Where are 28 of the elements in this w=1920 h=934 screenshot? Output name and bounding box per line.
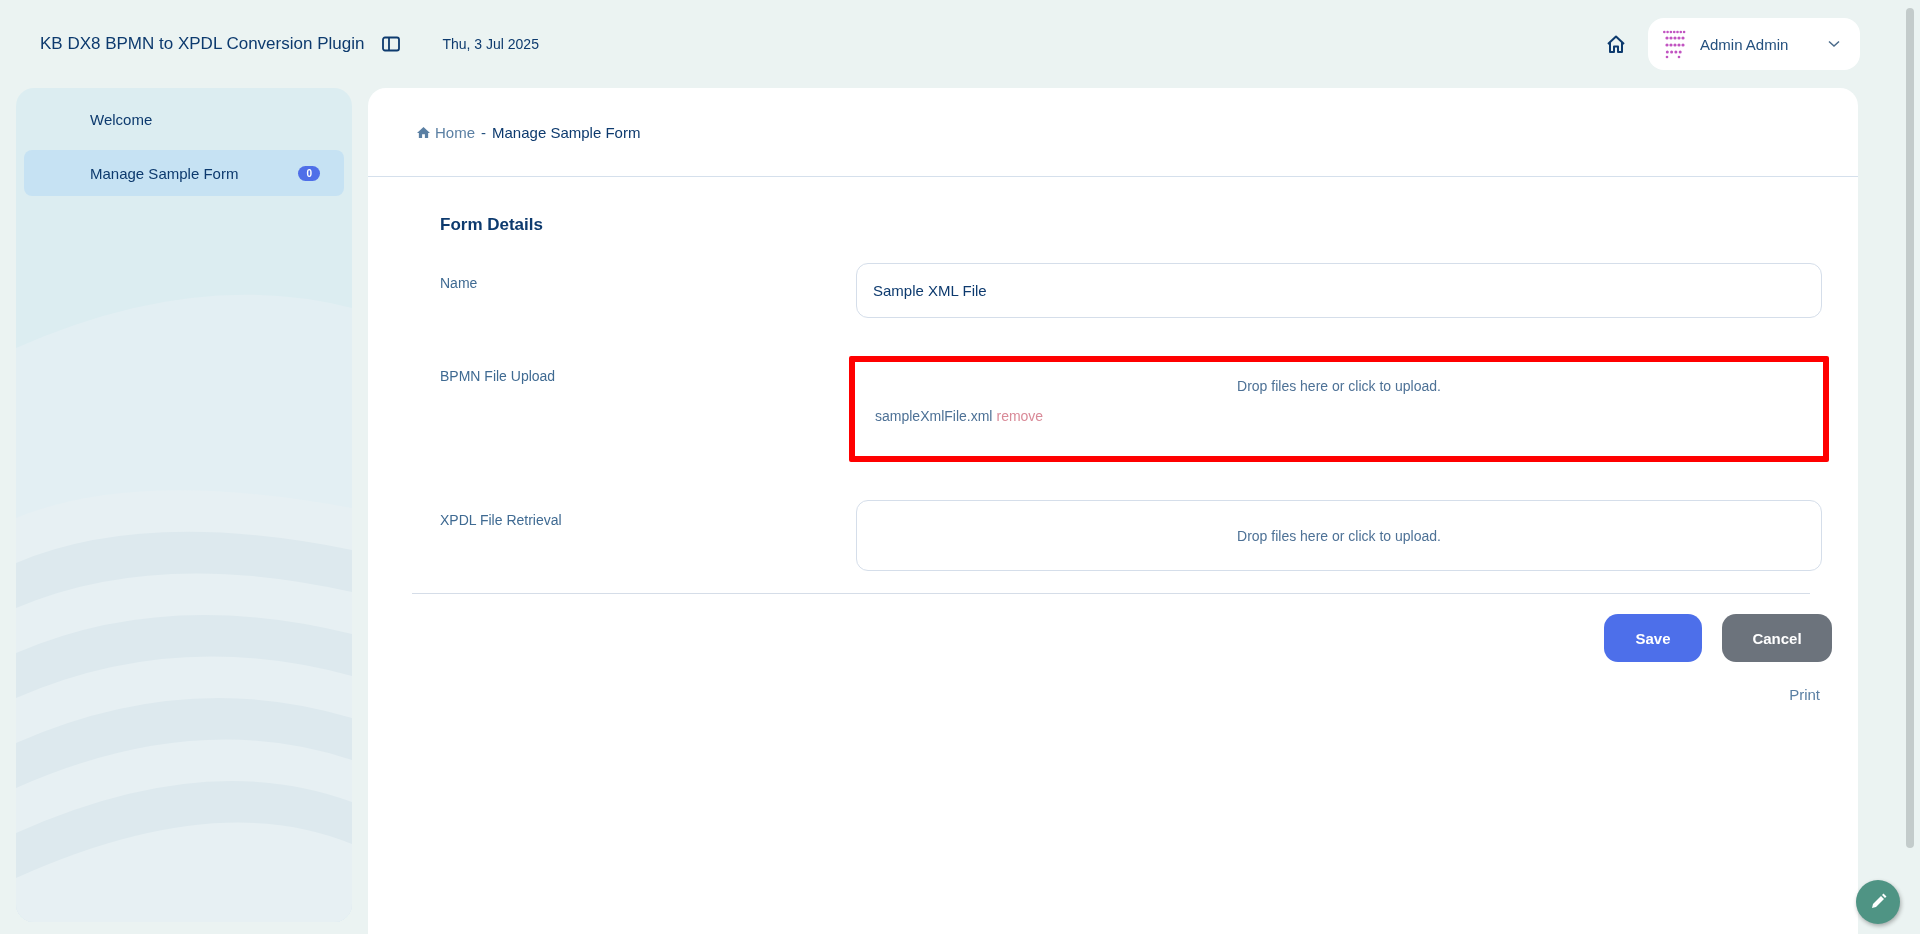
field-label: BPMN File Upload [440, 367, 557, 386]
cancel-button[interactable]: Cancel [1722, 614, 1832, 662]
sidebar-item-label: Manage Sample Form [90, 164, 240, 182]
breadcrumb-current: Manage Sample Form [492, 123, 641, 141]
scrollbar[interactable] [1906, 8, 1914, 848]
breadcrumb-home-link[interactable]: Home [416, 123, 475, 141]
count-badge: 0 [298, 165, 320, 181]
sidebar-item-label: Welcome [90, 110, 154, 128]
user-menu[interactable]: Admin Admin [1648, 18, 1860, 70]
field-label: XPDL File Retrieval [440, 511, 563, 530]
caret-icon [1828, 40, 1840, 48]
sidebar-item[interactable]: Welcome [24, 96, 344, 142]
sidebar-item[interactable]: Manage Sample Form 0 [24, 150, 344, 196]
file-name: sampleXmlFile.xml [875, 408, 993, 424]
file-dropzone[interactable]: Drop files here or click to upload. [856, 500, 1822, 571]
print-link[interactable]: Print [1789, 686, 1820, 703]
field-label: Name [440, 274, 479, 293]
sidebar-toggle-icon[interactable] [382, 36, 401, 52]
breadcrumb-separator: - [481, 123, 486, 141]
input-field[interactable]: Sample XML File [856, 263, 1822, 318]
save-button[interactable]: Save [1604, 614, 1702, 662]
form-title: Form Details [440, 215, 544, 235]
home-icon [416, 125, 431, 139]
home-icon[interactable] [1606, 34, 1626, 54]
date-text: Thu, 3 Jul 2025 [442, 36, 539, 52]
app-title: KB DX8 BPMN to XPDL Conversion Plugin [40, 34, 365, 54]
edit-button[interactable] [1856, 880, 1900, 924]
file-dropzone[interactable]: Drop files here or click to upload. sampleXmlFile.xml remove [849, 356, 1829, 462]
